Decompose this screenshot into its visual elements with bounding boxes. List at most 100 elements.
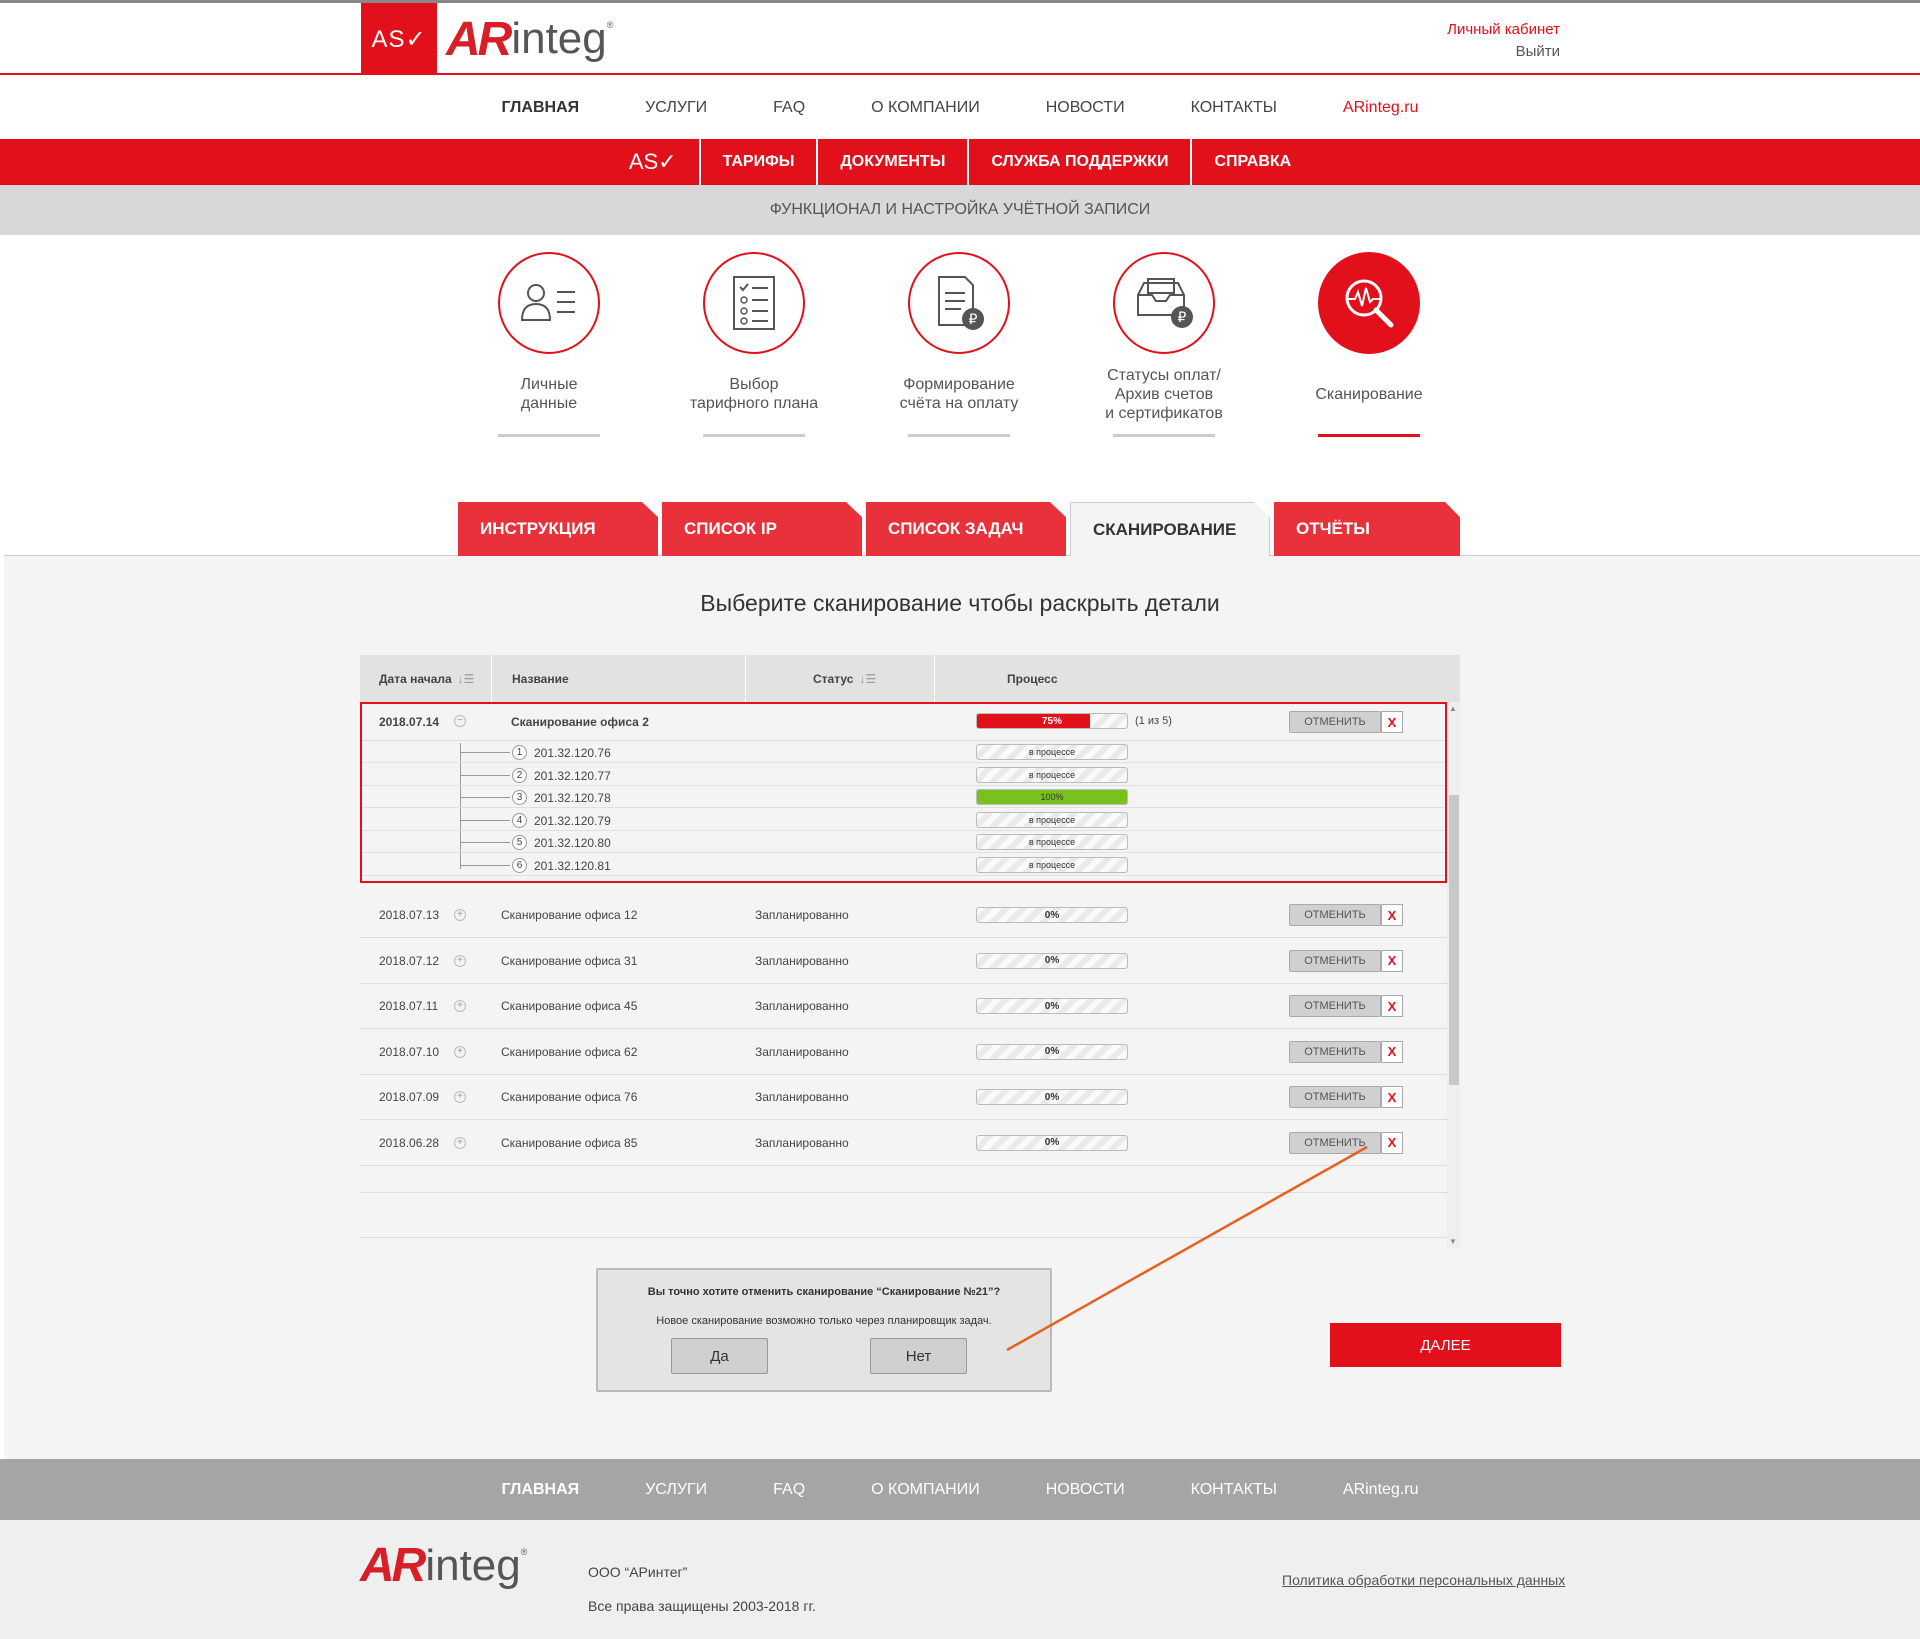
progress-bar: 0% (976, 1043, 1128, 1060)
ip-subrow: 2 201.32.120.77 в процессе (362, 764, 1445, 786)
ip-progress-label: в процессе (1028, 814, 1076, 825)
nav-arinteg-site[interactable]: ARinteg.ru (1343, 99, 1419, 117)
step-personal-data[interactable]: Личные данные (474, 252, 624, 442)
table-row[interactable]: 2018.07.13 + Сканирование офиса 12 Запланир… (360, 893, 1447, 938)
ip-progress-bar: в процессе (976, 811, 1128, 828)
table-row[interactable]: 2018.07.10 + Сканирование офиса 62 Запланир… (360, 1030, 1447, 1075)
footer-nav-home[interactable]: ГЛАВНАЯ (502, 1481, 580, 1499)
service-nav-help[interactable]: СПРАВКА (1190, 139, 1313, 185)
service-nav-as-mark[interactable]: AS✓ (607, 139, 699, 185)
cancel-button[interactable]: ОТМЕНИТЬ (1289, 904, 1381, 926)
progress-label: 0% (1044, 1000, 1060, 1012)
close-x-button[interactable]: X (1381, 711, 1403, 733)
tab-instruction[interactable]: ИНСТРУКЦИЯ (458, 502, 658, 556)
tab-ip-list[interactable]: СПИСОК IP (662, 502, 862, 556)
tab-task-list[interactable]: СПИСОК ЗАДАЧ (866, 502, 1066, 556)
row-date: 2018.07.09 (379, 1090, 440, 1104)
footer-nav-arinteg-site[interactable]: ARinteg.ru (1343, 1481, 1419, 1499)
cancel-button[interactable]: ОТМЕНИТЬ (1289, 1086, 1381, 1108)
service-nav-support[interactable]: СЛУЖБА ПОДДЕРЖКИ (967, 139, 1190, 185)
cancel-button[interactable]: ОТМЕНИТЬ (1289, 995, 1381, 1017)
sort-icon[interactable]: ↓☰ (859, 672, 876, 686)
progress-bar: 0% (976, 907, 1128, 923)
ip-progress-label: в процессе (1028, 837, 1076, 847)
nav-home[interactable]: ГЛАВНАЯ (502, 99, 580, 117)
expand-icon[interactable]: + (454, 1045, 466, 1058)
ip-number: 5 (512, 835, 527, 850)
scroll-down-icon[interactable]: ▼ (1449, 1237, 1457, 1246)
expand-icon[interactable]: + (454, 1091, 466, 1103)
step-archive[interactable]: ₽ Статусы оплат/ Архив счетов и сертифик… (1089, 252, 1239, 442)
expand-icon[interactable]: + (454, 909, 466, 921)
nav-services[interactable]: УСЛУГИ (645, 99, 707, 117)
expanded-row-main[interactable]: 2018.07.14 − Сканирование офиса 2 75% (1… (362, 704, 1445, 741)
tree-branch (460, 842, 510, 843)
logout-link[interactable]: Выйти (1447, 41, 1560, 63)
close-x-button[interactable]: X (1381, 1086, 1403, 1108)
footer-nav-contacts[interactable]: КОНТАКТЫ (1191, 1481, 1277, 1499)
progress-bar: 75% (976, 713, 1128, 729)
col-status[interactable]: Статус ↓☰ (746, 655, 935, 702)
tab-reports[interactable]: ОТЧЁТЫ (1274, 502, 1460, 556)
scroll-up-icon[interactable]: ▲ (1449, 704, 1457, 713)
invoice-ruble-icon: ₽ (908, 252, 1010, 354)
footer-info: ООО “АРинтег” Все права защищены 2003-20… (588, 1555, 816, 1623)
cancel-button[interactable]: ОТМЕНИТЬ (1289, 711, 1381, 733)
col-date-label: Дата начала (379, 671, 452, 686)
step-underline (1318, 434, 1420, 437)
progress-label: 0% (1044, 955, 1060, 966)
col-date[interactable]: Дата начала ↓☰ (360, 655, 492, 702)
nav-about[interactable]: О КОМПАНИИ (871, 99, 980, 117)
cancel-button[interactable]: ОТМЕНИТЬ (1289, 949, 1381, 972)
nav-contacts[interactable]: КОНТАКТЫ (1191, 99, 1277, 117)
sort-icon[interactable]: ↓☰ (458, 672, 475, 686)
step-tariff[interactable]: Выбор тарифного плана (679, 252, 829, 442)
next-button[interactable]: ДАЛЕЕ (1330, 1323, 1561, 1367)
table-row[interactable]: 2018.07.12 + Сканирование офиса 31 Запланир… (360, 939, 1447, 984)
step-scanning[interactable]: Сканирование (1294, 252, 1444, 442)
close-x-button[interactable]: X (1381, 995, 1403, 1017)
col-status-label: Статус (813, 671, 854, 686)
footer-nav-services[interactable]: УСЛУГИ (645, 1481, 707, 1499)
row-name: Сканирование офиса 45 (501, 999, 638, 1013)
tree-branch (460, 819, 510, 821)
table-row[interactable]: 2018.07.11 + Сканирование офиса 45 Запланир… (360, 984, 1447, 1029)
col-process: Процесс (935, 655, 1460, 702)
footer-nav-news[interactable]: НОВОСТИ (1046, 1481, 1125, 1499)
progress-label: 0% (1044, 1137, 1060, 1148)
expanded-scan-row[interactable]: 2018.07.14 − Сканирование офиса 2 75% (1… (360, 702, 1447, 883)
as-mark-logo[interactable]: AS✓ (361, 3, 437, 75)
close-x-button[interactable]: X (1381, 1040, 1403, 1063)
step-invoice[interactable]: ₽ Формирование счёта на оплату (884, 252, 1034, 442)
close-x-button[interactable]: X (1381, 904, 1403, 926)
footer-nav-faq[interactable]: FAQ (773, 1481, 805, 1499)
account-link[interactable]: Личный кабинет (1447, 19, 1560, 41)
cancel-button[interactable]: ОТМЕНИТЬ (1289, 1040, 1381, 1063)
close-x-button[interactable]: X (1381, 949, 1403, 972)
ip-progress-label: 100% (1040, 792, 1064, 802)
arinteg-logo[interactable]: AR integ ® (446, 11, 613, 67)
footer-logo[interactable]: AR integ ® (360, 1538, 527, 1593)
privacy-policy-link[interactable]: Политика обработки персональных данных (1282, 1572, 1565, 1588)
service-nav-tariffs[interactable]: ТАРИФЫ (698, 139, 817, 185)
tab-scanning[interactable]: СКАНИРОВАНИЕ (1070, 502, 1270, 556)
scrollbar-thumb[interactable] (1449, 795, 1459, 1085)
nav-faq[interactable]: FAQ (773, 99, 805, 117)
dialog-no-button[interactable]: Нет (870, 1338, 967, 1374)
expand-icon[interactable]: + (454, 1136, 466, 1149)
collapse-icon[interactable]: − (454, 715, 466, 727)
dialog-note: Новое сканирование возможно только через… (656, 1315, 992, 1327)
empty-row (360, 1148, 1447, 1193)
nav-news[interactable]: НОВОСТИ (1046, 99, 1125, 117)
service-nav-documents[interactable]: ДОКУМЕНТЫ (816, 139, 967, 185)
row-name: Сканирование офиса 31 (501, 953, 638, 968)
footer-nav-about[interactable]: О КОМПАНИИ (871, 1481, 980, 1499)
dialog-yes-button[interactable]: Да (671, 1338, 768, 1374)
logo-integ-text: integ (425, 1540, 521, 1590)
step-label: Выбор тарифного плана (689, 376, 819, 412)
expand-icon[interactable]: + (454, 1000, 466, 1012)
site-header: AS✓ AR integ ® Личный кабинет Выйти (0, 3, 1920, 75)
table-row[interactable]: 2018.07.09 + Сканирование офиса 76 Запланир… (360, 1075, 1447, 1120)
service-nav: AS✓ ТАРИФЫ ДОКУМЕНТЫ СЛУЖБА ПОДДЕРЖКИ СП… (0, 139, 1920, 185)
expand-icon[interactable]: + (454, 954, 466, 967)
